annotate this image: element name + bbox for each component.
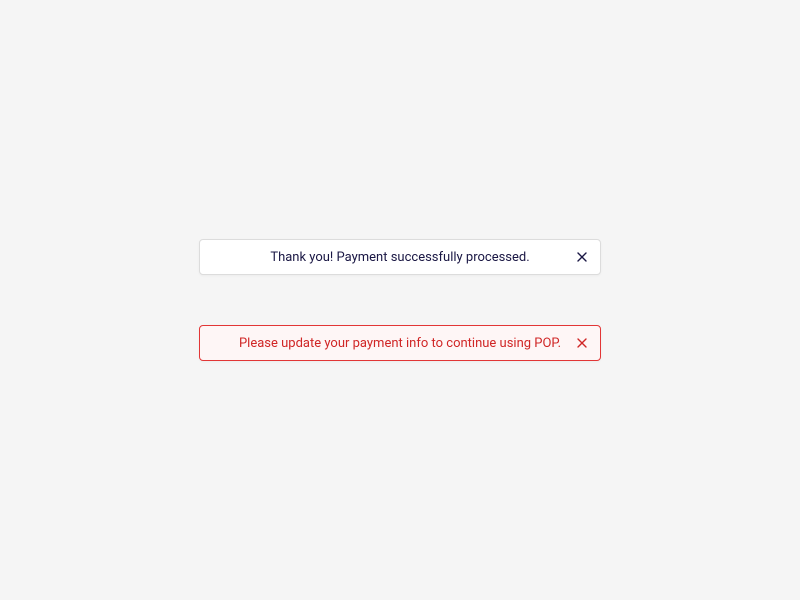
warning-toast: Please update your payment info to conti…: [199, 325, 601, 361]
warning-toast-message: Please update your payment info to conti…: [200, 337, 600, 350]
success-toast: Thank you! Payment successfully processe…: [199, 239, 601, 275]
success-toast-close-button[interactable]: [570, 245, 594, 269]
close-icon: [577, 338, 587, 348]
toast-stack: Thank you! Payment successfully processe…: [0, 239, 800, 361]
close-icon: [577, 252, 587, 262]
success-toast-message: Thank you! Payment successfully processe…: [200, 251, 600, 264]
warning-toast-close-button[interactable]: [570, 331, 594, 355]
